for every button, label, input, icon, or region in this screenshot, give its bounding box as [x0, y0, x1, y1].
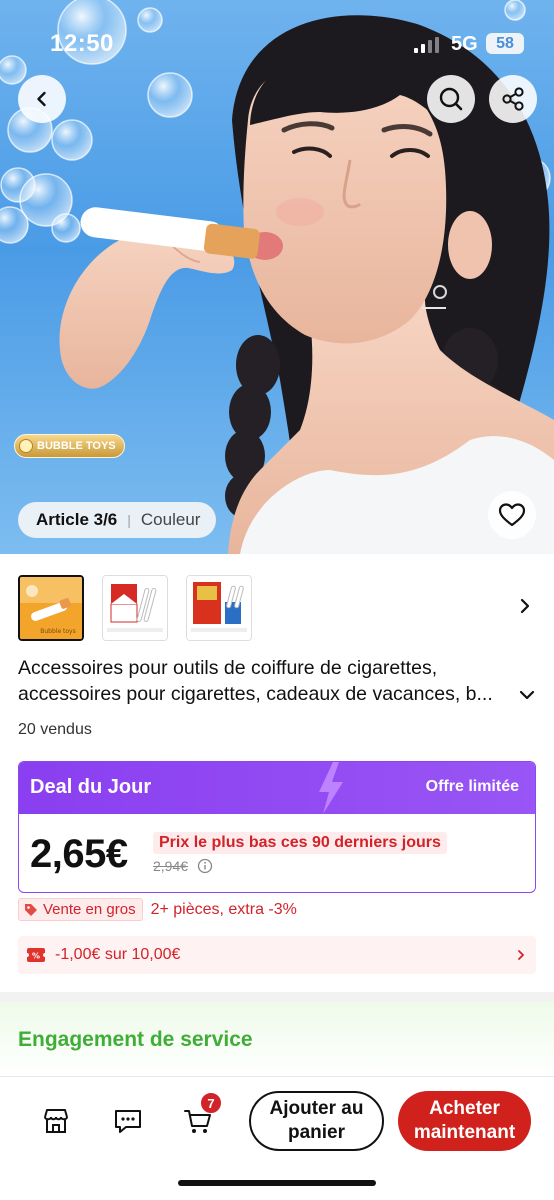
chat-icon[interactable] [112, 1105, 144, 1137]
status-bar: 12:50 5G 58 [0, 0, 554, 90]
deal-header: Deal du Jour Offre limitée [19, 762, 535, 814]
current-price: 2,65€ [30, 832, 128, 876]
heart-icon [498, 503, 526, 527]
wholesale-badge-text: Vente en gros [43, 901, 136, 918]
deal-body: 2,65€ Prix le plus bas ces 90 derniers j… [19, 814, 535, 892]
product-title[interactable]: Accessoires pour outils de coiffure de c… [18, 655, 518, 707]
deal-limited-label: Offre limitée [425, 778, 519, 795]
favorite-button[interactable] [488, 491, 536, 539]
status-time: 12:50 [50, 30, 114, 57]
home-indicator [178, 1180, 376, 1186]
thumbnail-3[interactable] [186, 575, 252, 641]
deal-card[interactable]: Deal du Jour Offre limitée 2,65€ Prix le… [18, 761, 536, 893]
svg-text:%: % [32, 952, 40, 961]
original-price: 2,94€ [153, 858, 189, 874]
thumbnail-1[interactable]: Bubble toys [18, 575, 84, 641]
buy-now-button[interactable]: Acheter maintenant [398, 1091, 531, 1151]
thumbnail-1-caption: Bubble toys [40, 628, 76, 635]
coupon-icon: % [27, 948, 45, 962]
brand-badge-text: BUBBLE TOYS [37, 440, 116, 452]
article-counter: Article 3/6 [36, 510, 118, 529]
lightning-icon [319, 762, 343, 814]
search-icon [439, 87, 463, 111]
thumbnail-1-image: Bubble toys [20, 577, 82, 639]
deal-title: Deal du Jour [30, 776, 152, 798]
search-button[interactable] [427, 75, 475, 123]
variant-selector-pill[interactable]: Article 3/6 | Couleur [18, 502, 217, 538]
thumbnail-2[interactable] [102, 575, 168, 641]
thumbnail-strip: Bubble toys [18, 575, 252, 641]
share-button[interactable] [489, 75, 537, 123]
tag-icon [25, 903, 37, 916]
info-icon[interactable] [197, 858, 213, 874]
cart-count-badge: 7 [200, 1092, 222, 1114]
coupon-text: -1,00€ sur 10,00€ [55, 946, 181, 963]
section-divider [0, 992, 554, 1002]
network-label: 5G [451, 33, 478, 55]
chevron-right-icon [518, 950, 524, 960]
signal-icon [414, 37, 439, 53]
product-image-carousel[interactable]: 12:50 5G 58 BUBBLE TOYS Article 3/6 | Co… [0, 0, 554, 554]
badge-dot-icon [19, 439, 33, 453]
back-icon [37, 91, 46, 107]
service-title: Engagement de service [18, 1028, 253, 1051]
wholesale-row[interactable]: Vente en gros 2+ pièces, extra -3% [18, 898, 297, 921]
store-icon[interactable] [40, 1105, 72, 1137]
service-commitment-section[interactable]: Engagement de service [0, 1002, 554, 1076]
variant-label: Couleur [140, 510, 201, 529]
wholesale-text: 2+ pièces, extra -3% [150, 900, 297, 918]
sold-count: 20 vendus [18, 721, 92, 738]
chevron-down-icon[interactable] [516, 684, 538, 706]
share-icon [502, 87, 524, 111]
coupon-row[interactable]: % -1,00€ sur 10,00€ [18, 936, 536, 974]
wholesale-badge: Vente en gros [18, 898, 143, 921]
bottom-action-bar: 7 Ajouter au panier Acheter maintenant [0, 1076, 554, 1200]
lowest-price-tag: Prix le plus bas ces 90 derniers jours [153, 832, 447, 854]
thumbnail-2-image [103, 576, 167, 640]
thumbnail-3-image [187, 576, 251, 640]
pill-separator: | [127, 512, 131, 528]
add-to-cart-button[interactable]: Ajouter au panier [249, 1091, 384, 1151]
brand-badge: BUBBLE TOYS [14, 434, 125, 458]
chevron-right-icon[interactable] [514, 595, 536, 617]
back-button[interactable] [18, 75, 66, 123]
battery-indicator: 58 [486, 33, 524, 54]
